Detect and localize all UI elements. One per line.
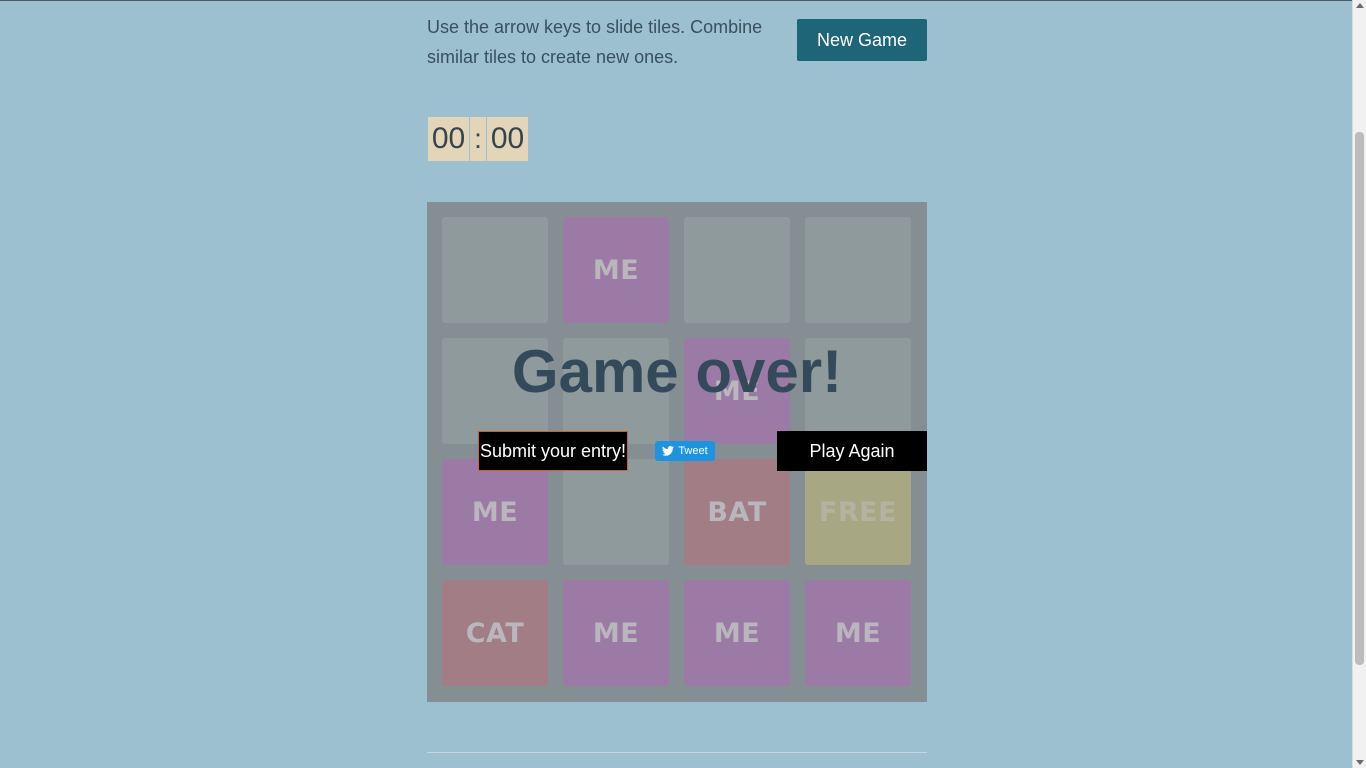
scroll-up-arrow-icon[interactable] (1356, 3, 1364, 8)
timer-minutes: 00 (428, 117, 469, 161)
scrollbar-thumb[interactable] (1355, 132, 1364, 665)
scroll-down-arrow-icon[interactable] (1356, 760, 1364, 765)
scrollbar[interactable] (1352, 0, 1366, 768)
new-game-button[interactable]: New Game (797, 19, 927, 61)
divider (427, 752, 927, 753)
game-over-overlay: Game over! Submit your entry! Tweet Play… (427, 202, 927, 702)
tweet-button[interactable]: Tweet (655, 441, 715, 461)
play-again-button[interactable]: Play Again (777, 431, 927, 471)
instructions-text: Use the arrow keys to slide tiles. Combi… (427, 17, 763, 67)
twitter-bird-icon (662, 446, 675, 456)
timer-separator: : (470, 117, 486, 161)
timer-seconds: 00 (487, 117, 528, 161)
game-over-message: Game over! (511, 338, 843, 405)
top-border (0, 0, 1352, 1)
submit-entry-button[interactable]: Submit your entry! (478, 431, 628, 471)
timer: 00 : 00 (428, 117, 528, 161)
tweet-label: Tweet (678, 445, 708, 457)
